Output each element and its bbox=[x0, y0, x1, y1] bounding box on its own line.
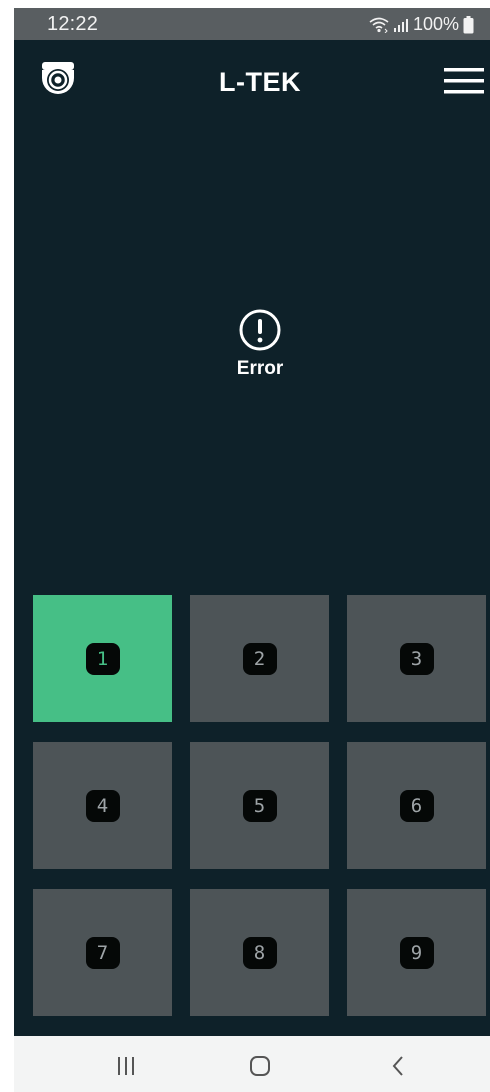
app-screen: 12:22 100% L-TEK Error 1 2 3 4 5 6 7 8 9 bbox=[14, 8, 490, 1092]
brand-logo: L-TEK bbox=[219, 67, 301, 97]
security-camera-icon[interactable] bbox=[38, 60, 78, 100]
channel-number: 7 bbox=[85, 936, 120, 969]
channel-tile-8[interactable]: 8 bbox=[190, 889, 329, 1016]
channel-number: 2 bbox=[242, 642, 277, 675]
home-icon[interactable] bbox=[240, 1046, 280, 1086]
error-message: Error bbox=[190, 308, 330, 380]
channel-tile-9[interactable]: 9 bbox=[347, 889, 486, 1016]
status-bar: 12:22 100% bbox=[14, 8, 490, 40]
channel-number: 4 bbox=[85, 789, 120, 822]
signal-icon bbox=[393, 18, 408, 32]
battery-icon bbox=[463, 15, 474, 33]
channel-tile-6[interactable]: 6 bbox=[347, 742, 486, 869]
recent-apps-icon[interactable] bbox=[106, 1046, 146, 1086]
wifi-icon bbox=[369, 17, 389, 33]
channel-tile-7[interactable]: 7 bbox=[33, 889, 172, 1016]
battery-percent: 100% bbox=[412, 14, 459, 34]
error-text: Error bbox=[236, 358, 284, 379]
channel-tile-5[interactable]: 5 bbox=[190, 742, 329, 869]
channel-number: 3 bbox=[399, 642, 434, 675]
channel-number: 5 bbox=[242, 789, 277, 822]
status-time: 12:22 bbox=[47, 13, 99, 35]
channel-number: 1 bbox=[85, 642, 120, 675]
system-nav-bar bbox=[14, 1036, 490, 1092]
channel-number: 9 bbox=[399, 936, 434, 969]
channel-tile-2[interactable]: 2 bbox=[190, 595, 329, 722]
app-header: L-TEK bbox=[14, 40, 490, 120]
channel-tile-3[interactable]: 3 bbox=[347, 595, 486, 722]
channel-number: 6 bbox=[399, 789, 434, 822]
channel-tile-4[interactable]: 4 bbox=[33, 742, 172, 869]
channel-number: 8 bbox=[242, 936, 277, 969]
channel-tile-1[interactable]: 1 bbox=[33, 595, 172, 722]
hamburger-menu-icon[interactable] bbox=[444, 66, 484, 96]
back-icon[interactable] bbox=[378, 1046, 418, 1086]
exclamation-circle-icon bbox=[239, 309, 281, 351]
status-indicators: 100% bbox=[369, 14, 474, 35]
